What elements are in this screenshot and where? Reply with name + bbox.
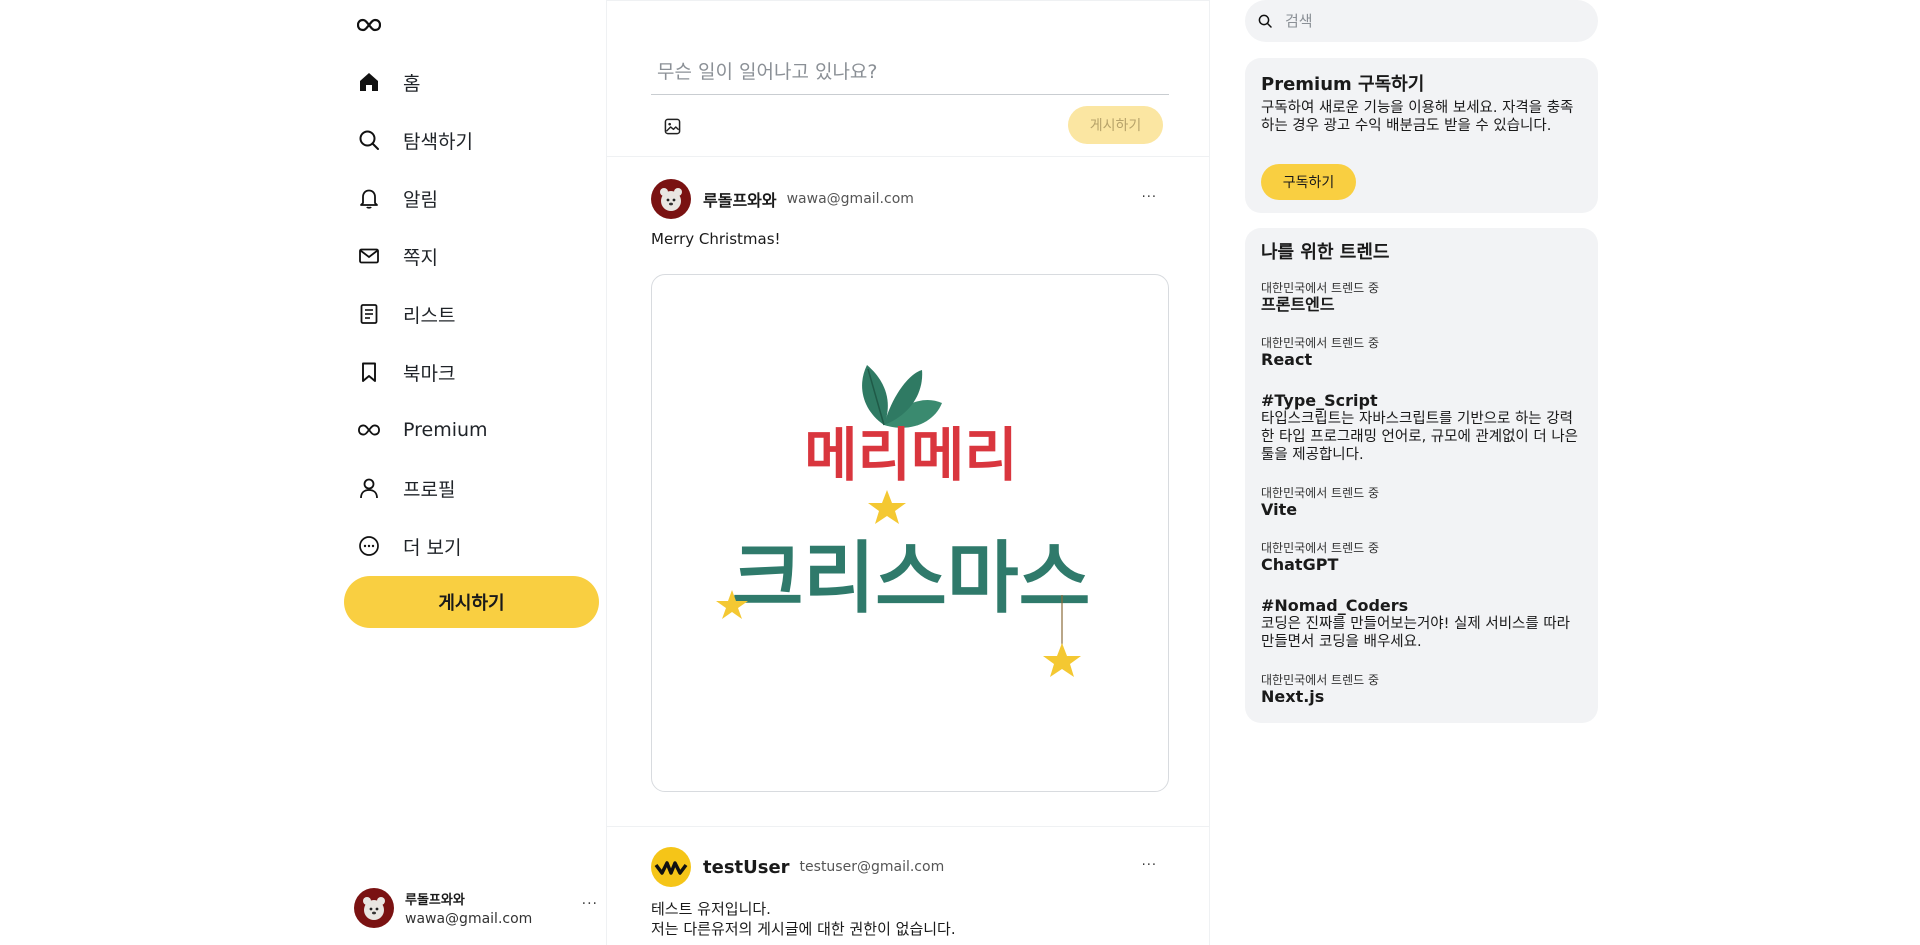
trend-item[interactable]: #Type_Script 타입스크립트는 자바스크립트를 기반으로 하는 강력한…: [1261, 391, 1581, 464]
trend-context: 대한민국에서 트렌드 중: [1261, 541, 1380, 555]
post-header: 루돌프와와 wawa@gmail.com: [651, 178, 914, 220]
left-sidebar: 홈 탐색하기 알림 쪽지 리스트 북마크 Premium 프로필 더 보기 게시…: [344, 0, 610, 945]
mail-icon: [356, 243, 382, 269]
image-text-line1: 메리메리: [804, 421, 1017, 489]
trend-name: #Nomad_Coders: [1261, 596, 1409, 615]
profile-icon: [356, 475, 382, 501]
nav-label: 북마크: [403, 362, 456, 385]
nav-label: Premium: [403, 419, 488, 441]
search-icon: [1257, 13, 1273, 29]
nav-item-messages[interactable]: 쪽지: [344, 227, 610, 285]
trend-item[interactable]: #Nomad_Coders 코딩은 진짜를 만들어보는거야! 실제 서비스를 따…: [1261, 596, 1581, 651]
search-input[interactable]: [1285, 12, 1585, 30]
nav-item-profile[interactable]: 프로필: [344, 459, 610, 517]
trends-title: 나를 위한 트렌드: [1261, 242, 1390, 263]
feed-post[interactable]: 루돌프와와 wawa@gmail.com ··· Merry Christmas…: [607, 157, 1209, 827]
holly-leaves-icon: [862, 365, 942, 428]
trend-name: Next.js: [1261, 687, 1325, 706]
star-icon: [868, 490, 906, 524]
avatar[interactable]: [651, 847, 691, 887]
nav-label: 홈: [403, 72, 421, 95]
trend-context: 대한민국에서 트렌드 중: [1261, 281, 1380, 295]
post-more-icon[interactable]: ···: [1142, 190, 1157, 205]
nav-label: 프로필: [403, 478, 456, 501]
post-text-line: 테스트 유저입니다.: [651, 900, 771, 918]
post-text: 테스트 유저입니다. 저는 다른유저의 게시글에 대한 권한이 없습니다.: [651, 899, 956, 939]
subscribe-button[interactable]: 구독하기: [1261, 164, 1356, 200]
nav-item-bookmarks[interactable]: 북마크: [344, 343, 610, 401]
nav-label: 탐색하기: [403, 130, 473, 153]
compose-box: 게시하기: [607, 0, 1209, 157]
nav-item-lists[interactable]: 리스트: [344, 285, 610, 343]
nav-item-home[interactable]: 홈: [344, 53, 610, 111]
account-name: 루돌프와와: [405, 893, 465, 908]
nav-item-more[interactable]: 더 보기: [344, 517, 610, 575]
compose-input[interactable]: [651, 49, 1169, 95]
trend-name: 프론트엔드: [1261, 295, 1335, 314]
account-switcher[interactable]: 루돌프와와 wawa@gmail.com ···: [354, 886, 602, 930]
premium-description: 구독하여 새로운 기능을 이용해 보세요. 자격을 충족하는 경우 광고 수익 …: [1261, 100, 1574, 134]
post-text-line: 저는 다른유저의 게시글에 대한 권한이 없습니다.: [651, 920, 956, 938]
premium-icon: [356, 417, 382, 443]
premium-title: Premium 구독하기: [1261, 74, 1425, 95]
avatar: [354, 888, 394, 928]
post-text: Merry Christmas!: [651, 230, 781, 248]
image-text-line2: 크리스마스: [732, 534, 1091, 624]
logo-icon[interactable]: [356, 14, 382, 36]
trend-context: 대한민국에서 트렌드 중: [1261, 486, 1380, 500]
feed-post[interactable]: testUser testuser@gmail.com ··· 테스트 유저입니…: [607, 827, 1209, 945]
home-icon: [356, 69, 382, 95]
trend-name: React: [1261, 350, 1313, 369]
trend-item[interactable]: 대한민국에서 트렌드 중 Vite: [1261, 486, 1581, 519]
account-more-icon[interactable]: ···: [582, 896, 598, 912]
nav-label: 더 보기: [403, 536, 462, 559]
post-author-name[interactable]: testUser: [703, 857, 790, 878]
trend-item[interactable]: 대한민국에서 트렌드 중 Next.js: [1261, 673, 1581, 706]
nav-label: 쪽지: [403, 246, 438, 269]
post-author-email: testuser@gmail.com: [799, 859, 945, 875]
search-icon: [356, 127, 382, 153]
search-bar[interactable]: [1245, 0, 1598, 42]
compose-post-button[interactable]: 게시하기: [1068, 106, 1163, 144]
post-author-email: wawa@gmail.com: [786, 191, 914, 207]
bookmark-icon: [356, 359, 382, 385]
trend-item[interactable]: 대한민국에서 트렌드 중 ChatGPT: [1261, 541, 1581, 574]
trend-item[interactable]: 대한민국에서 트렌드 중 React: [1261, 336, 1581, 369]
trend-description: 타입스크립트는 자바스크립트를 기반으로 하는 강력한 타입 프로그래밍 언어로…: [1261, 411, 1579, 463]
post-button[interactable]: 게시하기: [344, 576, 599, 628]
post-more-icon[interactable]: ···: [1142, 858, 1157, 873]
list-icon: [356, 301, 382, 327]
bell-icon: [356, 185, 382, 211]
more-circle-icon: [356, 533, 382, 559]
account-meta: 루돌프와와 wawa@gmail.com: [405, 889, 532, 927]
post-header: testUser testuser@gmail.com: [651, 846, 944, 888]
nav-label: 알림: [403, 188, 438, 211]
post-image[interactable]: 메리메리 크리스마스: [651, 274, 1169, 792]
trend-name: #Type_Script: [1261, 391, 1378, 410]
trend-description: 코딩은 진짜를 만들어보는거야! 실제 서비스를 따라 만들면서 코딩을 배우세…: [1261, 616, 1570, 650]
star-icon: [1043, 643, 1081, 677]
post-author-name[interactable]: 루돌프와와: [703, 187, 777, 211]
main-nav: 홈 탐색하기 알림 쪽지 리스트 북마크 Premium 프로필 더 보기: [344, 53, 610, 575]
nav-item-premium[interactable]: Premium: [344, 401, 610, 459]
trend-item[interactable]: 대한민국에서 트렌드 중 프론트엔드: [1261, 281, 1581, 314]
nav-item-notifications[interactable]: 알림: [344, 169, 610, 227]
nav-item-explore[interactable]: 탐색하기: [344, 111, 610, 169]
image-upload-icon[interactable]: [662, 116, 682, 136]
avatar[interactable]: [651, 179, 691, 219]
trend-context: 대한민국에서 트렌드 중: [1261, 336, 1380, 350]
trend-context: 대한민국에서 트렌드 중: [1261, 673, 1380, 687]
premium-card: Premium 구독하기 구독하여 새로운 기능을 이용해 보세요. 자격을 충…: [1245, 58, 1598, 213]
nav-label: 리스트: [403, 304, 456, 327]
trend-name: ChatGPT: [1261, 555, 1339, 574]
account-email: wawa@gmail.com: [405, 911, 533, 927]
feed-column: 게시하기 루돌프와와 wawa@gmail.com ··· Merry Chri…: [606, 0, 1210, 945]
trend-name: Vite: [1261, 500, 1298, 519]
trends-card: 나를 위한 트렌드 대한민국에서 트렌드 중 프론트엔드 대한민국에서 트렌드 …: [1245, 228, 1598, 723]
